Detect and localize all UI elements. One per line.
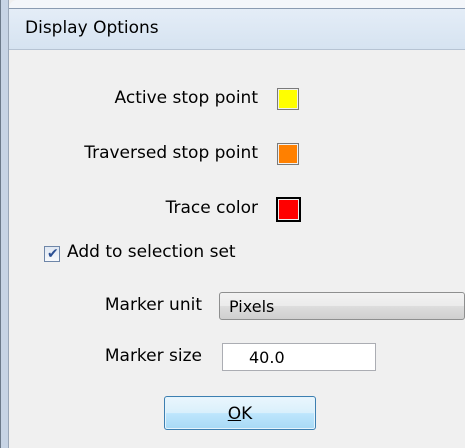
ok-button[interactable]: OK <box>164 396 316 430</box>
trace-color-label: Trace color <box>165 198 258 218</box>
marker-size-input[interactable] <box>222 343 376 371</box>
marker-size-label: Marker size <box>104 346 202 366</box>
traversed-stop-point-label: Traversed stop point <box>84 143 258 163</box>
traversed-stop-point-color-swatch <box>279 145 297 163</box>
checkmark-icon: ✔ <box>47 246 59 262</box>
trace-color-button[interactable] <box>276 197 301 222</box>
marker-unit-label: Marker unit <box>104 295 202 315</box>
marker-unit-dropdown[interactable]: Pixels <box>219 292 465 320</box>
title-bar[interactable]: Display Options <box>9 8 465 50</box>
traversed-stop-point-color-button[interactable] <box>277 143 299 165</box>
display-options-dialog: Display Options Active stop point Traver… <box>0 0 465 448</box>
trace-color-swatch <box>279 200 298 219</box>
window-frame-left <box>0 0 9 448</box>
add-to-selection-checkbox[interactable]: ✔ <box>44 246 60 262</box>
active-stop-point-label: Active stop point <box>114 88 258 108</box>
ok-button-label: OK <box>227 404 253 424</box>
active-stop-point-color-swatch <box>279 90 297 108</box>
window-title: Display Options <box>25 18 159 38</box>
active-stop-point-color-button[interactable] <box>277 88 299 110</box>
add-to-selection-label[interactable]: Add to selection set <box>67 242 236 262</box>
dialog-body: Active stop point Traversed stop point T… <box>10 50 465 448</box>
window-frame-top <box>9 0 465 8</box>
marker-unit-value: Pixels <box>229 297 275 316</box>
